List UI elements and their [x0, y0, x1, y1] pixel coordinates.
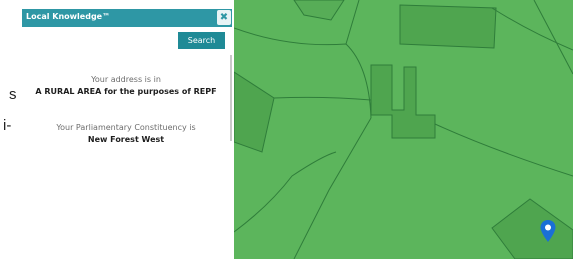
map-parcel: [491, 198, 573, 259]
close-icon[interactable]: ✖: [217, 10, 231, 25]
map-boundary: [293, 117, 372, 259]
close-button[interactable]: ✖: [217, 10, 231, 25]
panel-header: Local Knowledge™ ✖: [22, 9, 232, 27]
map-boundary: [533, 0, 573, 75]
address-result-text: A RURAL AREA for the purposes of REPF: [35, 87, 217, 96]
map-boundary: [434, 123, 573, 177]
background-text-fragment: i-: [3, 117, 12, 134]
map-view[interactable]: [234, 0, 573, 259]
map-boundary: [273, 96, 372, 101]
map-boundary: [491, 7, 573, 51]
map-parcel: [370, 64, 436, 139]
location-pin-icon[interactable]: [539, 219, 557, 243]
address-intro-text: Your address is in: [91, 75, 161, 84]
map-parcel: [234, 71, 275, 153]
map-parcel: [399, 4, 497, 49]
constituency-result-text: New Forest West: [87, 135, 165, 144]
panel-title: Local Knowledge™: [26, 12, 111, 21]
map-parcels: [234, 0, 573, 259]
map-boundary: [234, 151, 337, 233]
background-text-fragment: s: [9, 86, 17, 103]
local-knowledge-panel: Local Knowledge™ ✖ Search Your address i…: [22, 9, 232, 259]
map-boundary: [345, 0, 360, 45]
scrollbar[interactable]: [230, 55, 232, 141]
search-button[interactable]: Search: [178, 32, 225, 49]
map-parcel: [293, 0, 345, 21]
constituency-intro-text: Your Parliamentary Constituency is: [56, 123, 196, 132]
